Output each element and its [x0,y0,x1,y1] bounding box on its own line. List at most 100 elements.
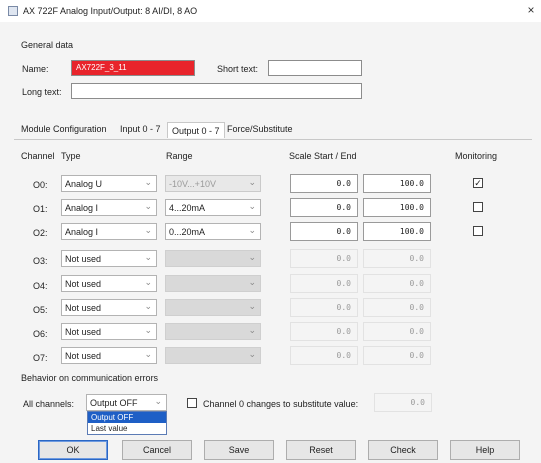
scale-start-field[interactable]: 0.0 [290,222,358,241]
window-title: AX 722F Analog Input/Output: 8 AI/DI, 8 … [23,6,198,16]
scale-start-field: 0.0 [290,322,358,341]
behavior-heading: Behavior on communication errors [21,373,159,383]
behavior-selected-value: Output OFF [90,398,138,408]
range-select: ⌄ [165,299,261,316]
type-select[interactable]: Not used ⌄ [61,275,157,292]
help-button[interactable]: Help [450,440,520,460]
tab-module-configuration[interactable]: Module Configuration [21,124,107,134]
type-value: Not used [65,351,102,361]
range-select: ⌄ [165,323,261,340]
chevron-down-icon: ⌄ [154,396,162,406]
monitoring-checkbox[interactable] [473,202,483,212]
dropdown-option-output-off[interactable]: Output OFF [88,412,166,423]
substitute-label: Channel 0 changes to substitute value: [203,399,359,409]
short-text-field[interactable] [268,60,362,76]
general-data-heading: General data [21,40,74,50]
substitute-checkbox[interactable] [187,398,197,408]
range-select: ⌄ [165,347,261,364]
type-select[interactable]: Not used ⌄ [61,299,157,316]
scale-start-field: 0.0 [290,274,358,293]
behavior-dropdown-list: Output OFF Last value [87,411,167,435]
chevron-down-icon: ⌄ [144,349,152,359]
scale-end-field: 0.0 [363,249,431,268]
long-text-field[interactable] [71,83,362,99]
chevron-down-icon: ⌄ [144,277,152,287]
type-select[interactable]: Not used ⌄ [61,347,157,364]
all-channels-label: All channels: [23,399,75,409]
channel-label: O5: [33,305,48,315]
chevron-down-icon: ⌄ [248,177,256,187]
scale-end-field[interactable]: 100.0 [363,222,431,241]
name-field[interactable]: AX722F_3_11 [71,60,195,76]
type-value: Not used [65,303,102,313]
range-value: -10V...+10V [169,179,216,189]
range-header: Range [166,151,193,161]
ok-button[interactable]: OK [38,440,108,460]
type-value: Analog U [65,179,103,189]
scale-end-field: 0.0 [363,274,431,293]
behavior-select[interactable]: Output OFF ⌄ [86,394,167,411]
channel-label: O7: [33,353,48,363]
type-select[interactable]: Analog U ⌄ [61,175,157,192]
chevron-down-icon: ⌄ [144,177,152,187]
channel-label: O3: [33,256,48,266]
cancel-button[interactable]: Cancel [122,440,192,460]
chevron-down-icon: ⌄ [248,252,256,262]
channel-header: Channel [21,151,55,161]
type-value: Not used [65,254,102,264]
scale-start-field: 0.0 [290,249,358,268]
scale-end-field: 0.0 [363,322,431,341]
type-header: Type [61,151,81,161]
scale-start-field: 0.0 [290,298,358,317]
channel-label: O2: [33,228,48,238]
reset-button[interactable]: Reset [286,440,356,460]
scale-start-field: 0.0 [290,346,358,365]
type-select[interactable]: Analog I ⌄ [61,223,157,240]
range-select: ⌄ [165,250,261,267]
chevron-down-icon: ⌄ [248,201,256,211]
scale-end-field: 0.0 [363,346,431,365]
chevron-down-icon: ⌄ [248,349,256,359]
chevron-down-icon: ⌄ [144,301,152,311]
chevron-down-icon: ⌄ [248,325,256,335]
type-select[interactable]: Analog I ⌄ [61,199,157,216]
range-select: ⌄ [165,275,261,292]
range-select[interactable]: 0...20mA ⌄ [165,223,261,240]
chevron-down-icon: ⌄ [144,225,152,235]
monitoring-checkbox[interactable] [473,226,483,236]
range-value: 4...20mA [169,203,206,213]
monitoring-checkbox[interactable]: ✓ [473,178,483,188]
tab-input-0-7[interactable]: Input 0 - 7 [120,124,161,134]
tab-output-0-7[interactable]: Output 0 - 7 [167,122,225,138]
channel-label: O1: [33,204,48,214]
chevron-down-icon: ⌄ [248,277,256,287]
range-select[interactable]: 4...20mA ⌄ [165,199,261,216]
close-icon[interactable]: × [524,3,538,17]
chevron-down-icon: ⌄ [248,225,256,235]
substitute-value-field: 0.0 [374,393,432,412]
scale-end-field: 0.0 [363,298,431,317]
chevron-down-icon: ⌄ [248,301,256,311]
save-button[interactable]: Save [204,440,274,460]
chevron-down-icon: ⌄ [144,201,152,211]
type-select[interactable]: Not used ⌄ [61,250,157,267]
short-text-label: Short text: [217,64,259,74]
long-text-label: Long text: [22,87,62,97]
check-button[interactable]: Check [368,440,438,460]
chevron-down-icon: ⌄ [144,325,152,335]
scale-start-field[interactable]: 0.0 [290,198,358,217]
scale-header: Scale Start / End [289,151,357,161]
tab-force-substitute[interactable]: Force/Substitute [227,124,293,134]
scale-end-field[interactable]: 100.0 [363,198,431,217]
channel-label: O6: [33,329,48,339]
scale-start-field[interactable]: 0.0 [290,174,358,193]
type-select[interactable]: Not used ⌄ [61,323,157,340]
type-value: Analog I [65,227,99,237]
channel-label: O0: [33,180,48,190]
dropdown-option-last-value[interactable]: Last value [88,423,166,434]
scale-end-field[interactable]: 100.0 [363,174,431,193]
monitoring-header: Monitoring [455,151,498,161]
type-value: Not used [65,327,102,337]
range-select: -10V...+10V ⌄ [165,175,261,192]
type-value: Analog I [65,203,99,213]
